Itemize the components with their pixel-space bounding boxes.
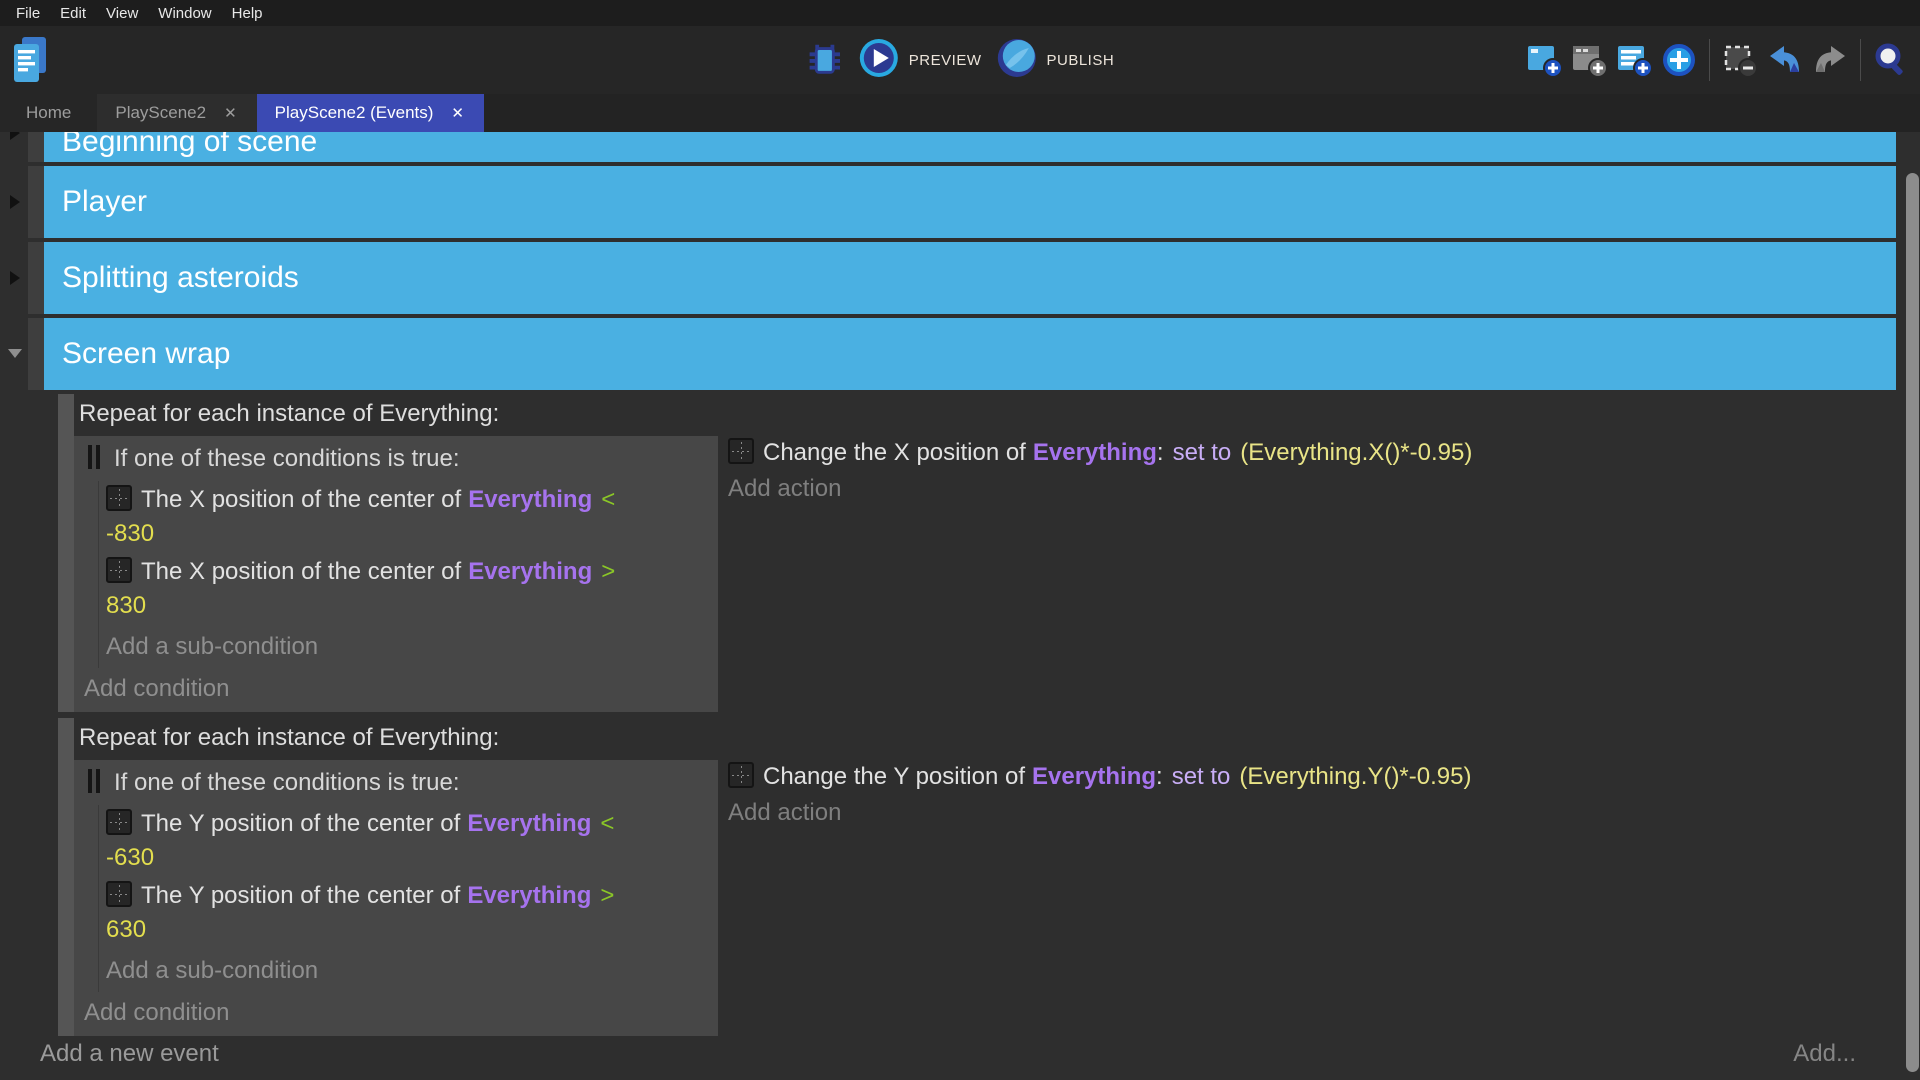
condition-row[interactable]: The X position of the center ofEverythin…	[99, 481, 710, 553]
drag-handle[interactable]	[28, 242, 44, 314]
add-comment-icon[interactable]	[1615, 41, 1653, 79]
actions-panel: Change the X position ofEverything:set t…	[718, 436, 1896, 506]
publish-label: PUBLISH	[1046, 52, 1114, 69]
event-group-clipped: Beginning of scene	[28, 132, 1896, 162]
drag-handle[interactable]	[58, 394, 74, 712]
preview-button[interactable]: PREVIEW	[858, 37, 982, 83]
menu-window[interactable]: Window	[148, 5, 221, 22]
preview-label: PREVIEW	[909, 52, 982, 69]
publish-button[interactable]: PUBLISH	[995, 37, 1114, 83]
chevron-right-icon[interactable]	[10, 132, 20, 140]
action-row[interactable]: Change the X position ofEverything:set t…	[728, 436, 1896, 470]
position-icon	[106, 881, 132, 907]
undo-icon[interactable]	[1766, 41, 1804, 79]
drag-handle[interactable]	[28, 318, 44, 390]
actions-panel: Change the Y position ofEverything:set t…	[718, 760, 1896, 830]
or-condition-row[interactable]: If one of these conditions is true:	[82, 440, 710, 481]
drag-handle[interactable]	[28, 132, 44, 162]
action-row[interactable]: Change the Y position ofEverything:set t…	[728, 760, 1896, 794]
group-header-beginning-of-scene[interactable]: Beginning of scene	[44, 132, 1896, 162]
conditions-panel: If one of these conditions is true: The …	[74, 436, 718, 712]
position-icon	[728, 762, 754, 788]
menu-help[interactable]: Help	[222, 5, 273, 22]
group-header-screen-wrap[interactable]: Screen wrap	[44, 318, 1896, 390]
tab-bar: Home PlayScene2 ✕ PlayScene2 (Events) ✕	[0, 94, 1920, 132]
repeat-label[interactable]: Repeat for each instance of Everything:	[74, 394, 1896, 436]
publish-globe-icon	[995, 37, 1037, 83]
toolbar-separator	[1860, 39, 1861, 81]
add-action-link[interactable]: Add action	[728, 794, 1896, 830]
redo-icon[interactable]	[1811, 41, 1849, 79]
repeat-event-x[interactable]: Repeat for each instance of Everything: …	[58, 394, 1896, 712]
close-tab-icon[interactable]: ✕	[222, 104, 239, 123]
condition-row[interactable]: The Y position of the center ofEverythin…	[99, 805, 710, 877]
delete-event-icon[interactable]	[1721, 41, 1759, 79]
menu-file[interactable]: File	[6, 5, 50, 22]
chevron-right-icon[interactable]	[10, 271, 20, 285]
add-more-link[interactable]: Add...	[1793, 1040, 1896, 1068]
repeat-event-y[interactable]: Repeat for each instance of Everything: …	[58, 718, 1896, 1036]
or-icon	[88, 769, 104, 803]
add-event-icon[interactable]	[1525, 41, 1563, 79]
gdevelop-window: File Edit View Window Help	[0, 0, 1920, 1080]
tab-playscene2[interactable]: PlayScene2 ✕	[97, 94, 256, 132]
chevron-right-icon[interactable]	[10, 195, 20, 209]
main-toolbar: PREVIEW PUBLISH	[0, 26, 1920, 94]
play-icon	[858, 37, 900, 83]
toolbar-separator	[1709, 39, 1710, 81]
events-sheet: Beginning of scene Player Splitting aste…	[0, 132, 1920, 1080]
screen-wrap-children: Repeat for each instance of Everything: …	[58, 394, 1896, 1042]
tab-home[interactable]: Home	[0, 94, 97, 132]
group-header-splitting-asteroids[interactable]: Splitting asteroids	[44, 242, 1896, 314]
scrollbar-thumb[interactable]	[1906, 173, 1919, 1072]
conditions-panel: If one of these conditions is true: The …	[74, 760, 718, 1036]
or-condition-row[interactable]: If one of these conditions is true:	[82, 764, 710, 805]
close-tab-icon[interactable]: ✕	[449, 104, 466, 123]
menu-view[interactable]: View	[96, 5, 148, 22]
drag-handle[interactable]	[28, 166, 44, 238]
add-condition-link[interactable]: Add condition	[82, 992, 710, 1032]
repeat-label[interactable]: Repeat for each instance of Everything:	[74, 718, 1896, 760]
menu-bar: File Edit View Window Help	[0, 0, 1920, 26]
chevron-down-icon[interactable]	[8, 349, 22, 358]
or-icon	[88, 445, 104, 479]
debugger-icon[interactable]	[806, 41, 844, 79]
condition-row[interactable]: The Y position of the center ofEverythin…	[99, 877, 710, 949]
add-condition-link[interactable]: Add condition	[82, 668, 710, 708]
add-sub-event-icon[interactable]	[1570, 41, 1608, 79]
group-header-player[interactable]: Player	[44, 166, 1896, 238]
position-icon	[106, 485, 132, 511]
position-icon	[106, 809, 132, 835]
add-other-event-icon[interactable]	[1660, 41, 1698, 79]
search-icon[interactable]	[1872, 41, 1910, 79]
add-sub-condition-link[interactable]: Add a sub-condition	[99, 625, 710, 668]
position-icon	[728, 438, 754, 464]
gdevelop-logo-icon	[12, 35, 48, 90]
menu-edit[interactable]: Edit	[50, 5, 96, 22]
add-new-event-link[interactable]: Add a new event	[40, 1040, 219, 1068]
add-action-link[interactable]: Add action	[728, 470, 1896, 506]
position-icon	[106, 557, 132, 583]
drag-handle[interactable]	[58, 718, 74, 1036]
tab-playscene2-events[interactable]: PlayScene2 (Events) ✕	[257, 94, 484, 132]
condition-row[interactable]: The X position of the center ofEverythin…	[99, 553, 710, 625]
add-sub-condition-link[interactable]: Add a sub-condition	[99, 949, 710, 992]
